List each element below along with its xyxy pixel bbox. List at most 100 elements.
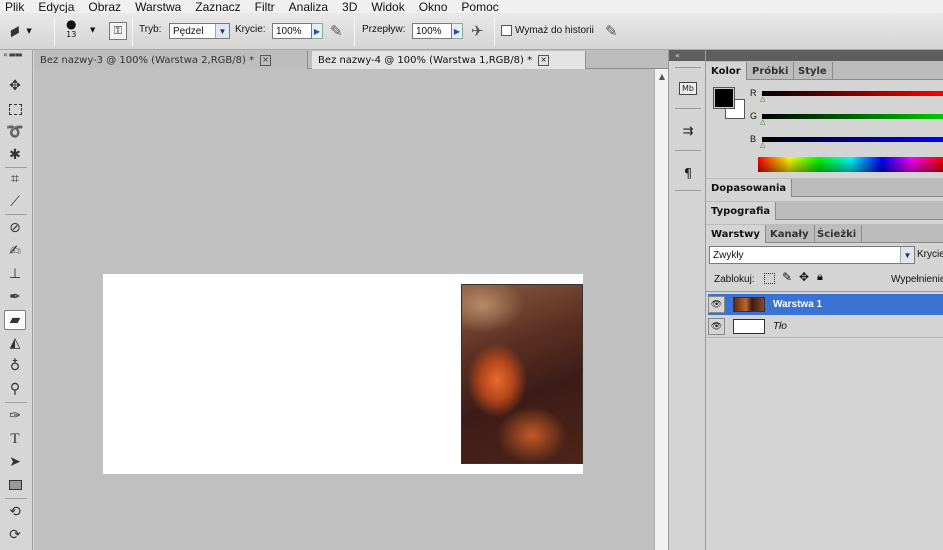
red-slider-handle-icon[interactable]: △	[760, 95, 765, 103]
checkbox-icon[interactable]	[501, 25, 512, 36]
marquee-tool-icon[interactable]	[4, 99, 26, 119]
menu-help[interactable]: Pomoc	[461, 1, 498, 13]
menu-image[interactable]: Obraz	[88, 1, 121, 13]
tab-channels[interactable]: Kanały	[765, 225, 815, 243]
chevron-down-icon: ▼	[26, 26, 32, 35]
green-channel-label: G	[750, 111, 758, 121]
eyedropper-tool-icon[interactable]: ⟋	[4, 192, 26, 212]
dodge-tool-icon[interactable]: ⚲	[4, 379, 26, 399]
blue-slider-handle-icon[interactable]: △	[760, 141, 765, 149]
blend-mode-value: Zwykły	[713, 249, 744, 261]
brush-chevron-icon[interactable]: ▼	[90, 26, 95, 34]
vertical-scrollbar[interactable]: ▲	[654, 69, 668, 550]
menu-edit[interactable]: Edycja	[38, 1, 74, 13]
lock-all-icon[interactable]: 🔒︎	[817, 270, 823, 284]
tab-color[interactable]: Kolor	[706, 62, 747, 80]
document-canvas[interactable]	[103, 274, 583, 474]
dock-header[interactable]: «	[669, 50, 705, 61]
tab-swatches[interactable]: Próbki	[747, 62, 795, 80]
lasso-tool-icon[interactable]: ➰	[4, 122, 26, 142]
blend-mode-select[interactable]: Zwykły ▼	[709, 246, 915, 264]
menu-filter[interactable]: Filtr	[255, 1, 275, 13]
blue-slider[interactable]	[762, 137, 943, 142]
paint-bucket-tool-icon[interactable]: ◭	[4, 333, 26, 353]
magic-wand-tool-icon[interactable]: ✱	[4, 145, 26, 165]
pen-tool-icon[interactable]: ✑	[4, 406, 26, 426]
healing-brush-tool-icon[interactable]: ⊘	[4, 218, 26, 238]
eraser-icon: ▰	[4, 19, 25, 42]
eraser-tool-icon[interactable]: ▰	[4, 310, 26, 330]
paragraph-icon[interactable]: ¶	[677, 163, 699, 185]
rectangle-tool-icon[interactable]	[4, 475, 26, 495]
brush-panel-toggle-icon[interactable]: ⚿	[109, 22, 127, 40]
tab-document-1[interactable]: Bez nazwy-3 @ 100% (Warstwa 2,RGB/8) * ×	[34, 51, 308, 69]
opacity-field[interactable]: 100% ▶	[272, 23, 323, 39]
color-spectrum-bar[interactable]	[758, 157, 943, 172]
crop-tool-icon[interactable]: ⌗	[4, 169, 26, 189]
menu-layer[interactable]: Warstwa	[135, 1, 181, 13]
layer-row-background[interactable]: 👁︎ Tło	[708, 316, 943, 337]
mode-label: Tryb:	[139, 24, 162, 35]
green-slider-handle-icon[interactable]: △	[760, 118, 765, 126]
eye-icon[interactable]: 👁︎	[708, 296, 725, 313]
tab-paths[interactable]: Ścieżki	[812, 225, 863, 243]
blur-tool-icon[interactable]: ♁	[4, 356, 26, 376]
tab-label: Bez nazwy-4 @ 100% (Warstwa 1,RGB/8) *	[318, 54, 533, 66]
lock-position-icon[interactable]: ✥	[799, 270, 809, 284]
tab-typography[interactable]: Typografia	[706, 202, 777, 220]
lock-transparent-icon[interactable]	[764, 273, 775, 284]
pressure-size-icon[interactable]: ✎	[605, 22, 618, 40]
green-slider[interactable]	[762, 114, 943, 119]
opacity-slider-arrow-icon[interactable]: ▶	[312, 23, 323, 39]
clone-source-icon[interactable]: ⇉	[677, 120, 699, 142]
layer-row-warstwa-1[interactable]: 👁︎ Warstwa 1	[708, 294, 943, 315]
tab-layers[interactable]: Warstwy	[706, 225, 766, 243]
menu-analysis[interactable]: Analiza	[289, 1, 328, 13]
menu-window[interactable]: Okno	[419, 1, 448, 13]
tab-adjustments[interactable]: Dopasowania	[706, 179, 793, 197]
close-icon[interactable]: ×	[538, 54, 550, 66]
tool-preset-picker[interactable]: ▰ ▼	[4, 19, 32, 42]
3d-rotate-tool-icon[interactable]: ⟲	[4, 502, 26, 522]
foreground-color-swatch[interactable]	[713, 87, 735, 109]
lock-pixels-icon[interactable]: ✎	[782, 270, 792, 284]
tab-document-2[interactable]: Bez nazwy-4 @ 100% (Warstwa 1,RGB/8) * ×	[312, 51, 586, 69]
opacity-label: Krycie:	[235, 24, 266, 35]
mini-bridge-icon[interactable]: Mb	[677, 77, 699, 99]
history-brush-tool-icon[interactable]: ✒	[4, 287, 26, 307]
mode-select[interactable]: Pędzel ▼	[169, 23, 230, 39]
lock-label: Zablokuj:	[714, 274, 755, 285]
brush-tool-icon[interactable]: ✍	[4, 241, 26, 261]
menu-file[interactable]: Plik	[5, 1, 24, 13]
panels-header[interactable]	[706, 50, 943, 61]
red-slider[interactable]	[762, 91, 943, 96]
menu-view[interactable]: Widok	[371, 1, 404, 13]
eye-icon[interactable]: 👁︎	[708, 318, 725, 335]
path-selection-tool-icon[interactable]: ➤	[4, 452, 26, 472]
move-tool-icon[interactable]: ✥	[4, 76, 26, 96]
tab-styles[interactable]: Style	[793, 62, 833, 80]
airbrush-icon[interactable]: ✈	[471, 22, 484, 40]
menu-3d[interactable]: 3D	[342, 1, 357, 13]
panel-collapse-icon[interactable]: « ▬▬	[3, 50, 30, 62]
clone-source-glyph: ⇉	[682, 123, 694, 139]
adjustments-panel-tabs: Dopasowania	[706, 178, 943, 197]
close-icon[interactable]: ×	[260, 54, 272, 66]
chevron-down-icon: ▼	[215, 24, 229, 38]
layer-opacity-label: Krycie	[917, 249, 943, 260]
flow-value[interactable]: 100%	[412, 23, 452, 39]
pressure-opacity-icon[interactable]: ✎	[330, 22, 343, 40]
flow-slider-arrow-icon[interactable]: ▶	[452, 23, 463, 39]
clone-stamp-tool-icon[interactable]: ⊥	[4, 264, 26, 284]
typography-panel-tabs: Typografia	[706, 201, 943, 220]
flow-field[interactable]: 100% ▶	[412, 23, 463, 39]
3d-orbit-tool-icon[interactable]: ⟳	[4, 525, 26, 545]
menu-bar: Plik Edycja Obraz Warstwa Zaznacz Filtr …	[0, 0, 943, 13]
erase-to-history-checkbox[interactable]: Wymaż do historii	[501, 25, 594, 36]
opacity-value[interactable]: 100%	[272, 23, 312, 39]
menu-select[interactable]: Zaznacz	[195, 1, 240, 13]
brush-size-picker[interactable]: ● 13	[66, 18, 76, 39]
scroll-up-icon[interactable]: ▲	[655, 69, 669, 83]
paragraph-glyph: ¶	[683, 166, 693, 182]
type-tool-icon[interactable]: T	[4, 429, 26, 449]
